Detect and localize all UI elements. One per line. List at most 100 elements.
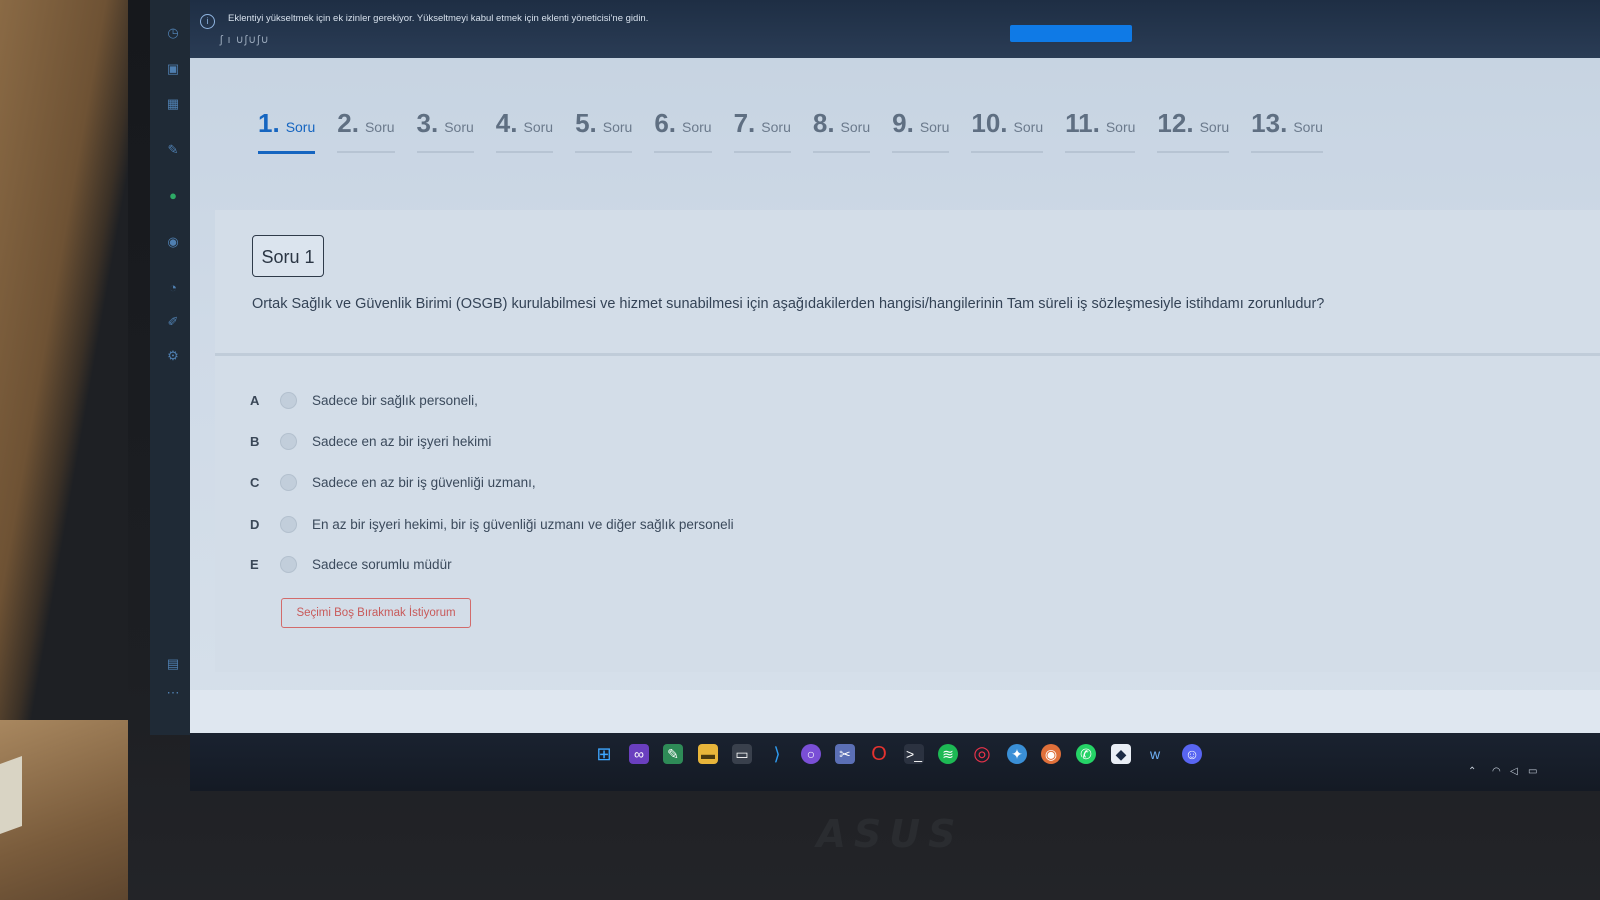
option-e[interactable]: E Sadece sorumlu müdür [250, 552, 452, 576]
status-dot-icon[interactable]: ● [166, 189, 180, 203]
vscode-icon[interactable]: ⟩ [767, 744, 787, 764]
windows-start-icon[interactable]: ⊞ [594, 744, 614, 764]
option-radio[interactable] [280, 473, 297, 491]
tab-label: Soru [1105, 119, 1136, 135]
tab-label: Soru [364, 119, 395, 135]
tab-number: 2. [337, 108, 359, 138]
settings-icon[interactable]: ⚙ [166, 349, 180, 363]
terminal-window-icon[interactable]: ▭ [732, 744, 752, 764]
tab-question-5[interactable]: 5. Soru [575, 108, 633, 156]
battery-icon[interactable]: ▭ [1528, 766, 1537, 777]
notification-bar [190, 0, 1600, 58]
tab-question-12[interactable]: 12. Soru [1157, 108, 1230, 156]
pen-icon[interactable]: ✎ [166, 143, 180, 157]
tab-question-8[interactable]: 8. Soru [812, 108, 871, 156]
question-divider [215, 353, 1600, 356]
notification-action-button[interactable] [1010, 25, 1132, 42]
option-text: Sadece en az bir iş güvenliği uzmanı, [312, 474, 536, 490]
tab-underline [1157, 151, 1230, 153]
tab-number: 11. [1065, 108, 1100, 138]
word-icon[interactable]: w [1145, 744, 1165, 764]
option-text: Sadece bir sağlık personeli, [312, 392, 478, 408]
file-explorer-icon[interactable]: ▬ [698, 744, 718, 764]
option-text: Sadece sorumlu müdür [312, 556, 452, 572]
speaker-icon[interactable]: ◁ [1510, 766, 1518, 777]
tab-underline [892, 151, 950, 153]
history-icon[interactable]: ◷ [166, 26, 180, 40]
discord-icon[interactable]: ☺ [1182, 744, 1202, 764]
tab-question-10[interactable]: 10. Soru [971, 108, 1044, 156]
tab-label: Soru [761, 119, 791, 135]
app-icon[interactable]: ◆ [1111, 744, 1131, 764]
tab-question-11[interactable]: 11. Soru [1065, 108, 1136, 156]
tab-label: Soru [682, 119, 712, 135]
tab-question-1[interactable]: 1. Soru [258, 108, 316, 156]
option-d[interactable]: D En az bir işyeri hekimi, bir iş güvenl… [250, 512, 734, 536]
grid-icon[interactable]: ▦ [166, 97, 180, 111]
option-letter: D [250, 516, 260, 532]
tab-underline [1065, 151, 1136, 153]
info-icon: i [200, 14, 215, 29]
tab-underline [258, 151, 316, 154]
github-desktop-icon[interactable]: ○ [801, 744, 821, 764]
notepad-icon[interactable]: ✎ [663, 744, 683, 764]
powershell-icon[interactable]: >_ [904, 744, 924, 764]
option-radio[interactable] [280, 391, 297, 409]
option-c[interactable]: C Sadece en az bir iş güvenliği uzmanı, [250, 470, 536, 494]
opera-gx-icon[interactable]: ◎ [972, 744, 992, 764]
tab-underline [654, 151, 712, 153]
tab-number: 8. [812, 108, 835, 138]
brand-logo: ASUS [816, 812, 964, 856]
tab-question-4[interactable]: 4. Soru [495, 108, 554, 156]
browser-icon[interactable]: ✦ [1007, 744, 1027, 764]
tab-question-2[interactable]: 2. Soru [337, 108, 395, 156]
option-b[interactable]: B Sadece en az bir işyeri hekimi [250, 429, 491, 453]
chevron-up-icon[interactable]: ⌃ [1468, 766, 1476, 777]
option-a[interactable]: A Sadece bir sağlık personeli, [250, 388, 478, 412]
option-radio[interactable] [280, 515, 297, 533]
tab-number: 10. [971, 108, 1008, 138]
edit-icon[interactable]: ✐ [166, 315, 180, 329]
tab-question-9[interactable]: 9. Soru [892, 108, 950, 156]
snipping-tool-icon[interactable]: ✂ [835, 744, 855, 764]
tab-underline [971, 151, 1044, 153]
clock-icon[interactable]: ◔ [166, 281, 180, 295]
tab-underline [1251, 151, 1323, 153]
option-text: Sadece en az bir işyeri hekimi [312, 433, 492, 449]
image-icon[interactable]: ▤ [166, 657, 180, 671]
tab-label: Soru [1013, 119, 1044, 135]
chrome-icon[interactable]: ◉ [1041, 744, 1061, 764]
taskbar [190, 733, 1600, 791]
tab-number: 13. [1251, 108, 1288, 138]
briefcase-icon[interactable]: ▣ [166, 62, 180, 76]
tab-number: 5. [575, 108, 597, 138]
leave-blank-button[interactable]: Seçimi Boş Bırakmak İstiyorum [281, 598, 471, 628]
app-logo: ʃ ı ∪ʃ∪ʃ∪ [220, 34, 270, 46]
more-icon[interactable]: ⋯ [166, 686, 180, 700]
option-radio[interactable] [280, 555, 297, 573]
tab-label: Soru [840, 119, 871, 135]
tab-number: 12. [1157, 108, 1194, 138]
opera-icon[interactable]: O [869, 744, 889, 764]
option-radio[interactable] [280, 432, 297, 450]
tab-number: 3. [416, 108, 439, 138]
tab-question-7[interactable]: 7. Soru [733, 108, 791, 156]
tab-underline [812, 151, 871, 153]
wifi-icon[interactable]: ◠ [1492, 766, 1501, 777]
tab-question-6[interactable]: 6. Soru [654, 108, 712, 156]
tab-label: Soru [444, 119, 474, 135]
record-icon[interactable]: ◉ [166, 235, 180, 249]
option-letter: C [250, 474, 260, 490]
paper-sheet [0, 755, 22, 835]
visual-studio-icon[interactable]: ∞ [629, 744, 649, 764]
whatsapp-icon[interactable]: ✆ [1076, 744, 1096, 764]
spotify-icon[interactable]: ≋ [938, 744, 958, 764]
tab-question-3[interactable]: 3. Soru [416, 108, 474, 156]
page-footer [190, 690, 1600, 733]
notification-text[interactable]: Eklentiyi yükseltmek için ek izinler ger… [228, 13, 648, 24]
tab-underline [733, 151, 791, 153]
tab-question-13[interactable]: 13. Soru [1251, 108, 1323, 156]
option-letter: E [250, 556, 259, 572]
tab-number: 6. [654, 108, 677, 138]
tab-number: 4. [495, 108, 518, 138]
